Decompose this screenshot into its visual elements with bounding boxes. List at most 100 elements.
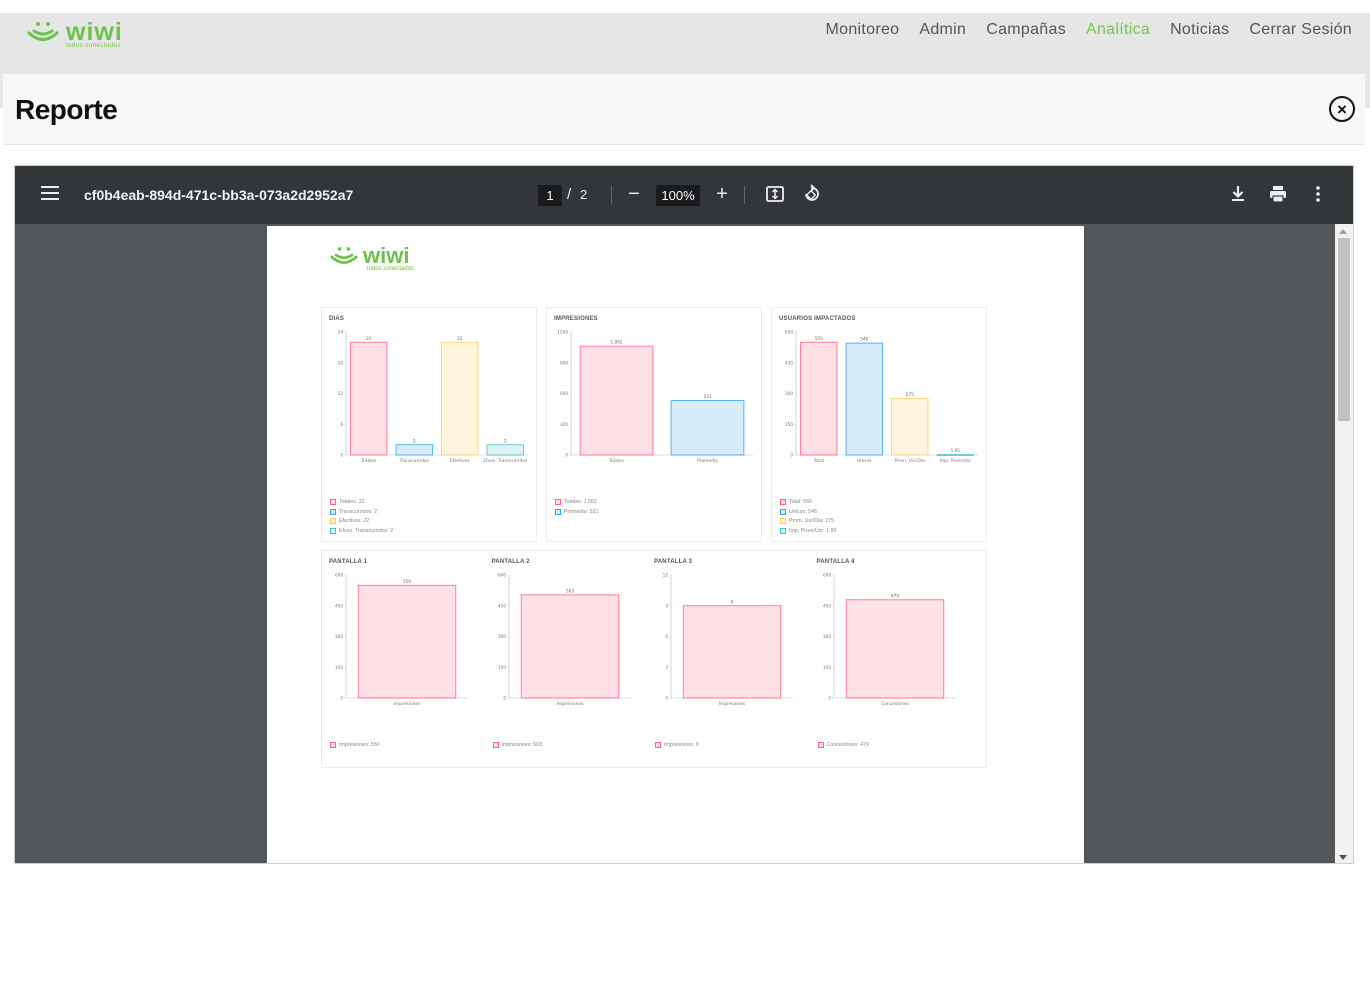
pdf-page: wiwi todos conectados DIAS 0 6 12 18 24 22 Tota… — [267, 226, 1084, 863]
bar-3 — [891, 398, 929, 456]
zoom-out-icon[interactable]: − — [622, 182, 646, 206]
y-tick-label: 150 — [335, 665, 343, 670]
page-number-input[interactable]: 1 — [538, 185, 562, 206]
brand-tagline: todos conectados — [66, 43, 122, 49]
chart-legend: Concesiones: 479 — [817, 740, 869, 750]
y-tick-label: 300 — [785, 391, 793, 396]
legend-item[interactable]: Totales: 22 — [330, 497, 393, 507]
legend-swatch — [555, 498, 561, 505]
legend-swatch — [330, 527, 336, 534]
pdf-filename: cf0b4eab-894d-471c-bb3a-073a2d2952a7 — [84, 187, 354, 203]
y-tick-label: 9 — [665, 603, 668, 608]
scroll-down-arrow[interactable] — [1339, 855, 1347, 860]
legend-label: Impresiones: 503 — [501, 741, 543, 748]
chart-title: PANTALLA 1 — [329, 559, 368, 565]
y-tick-label: 300 — [560, 422, 568, 427]
bar-chart: 0 150 300 450 600 550 Total 546 Unicos 275 Prom. U… — [785, 330, 978, 464]
legend-item[interactable]: Prom. Usr/Dia: 275 — [780, 516, 836, 526]
legend-swatch — [492, 741, 499, 748]
legend-item[interactable]: Totales: 1,062 — [555, 497, 598, 507]
legend-item[interactable]: Efvos. Transcurridos: 2 — [330, 526, 393, 536]
bar-1 — [682, 605, 782, 699]
y-tick-label: 900 — [560, 360, 568, 365]
legend-swatch — [655, 741, 661, 748]
legend-item[interactable]: Transcurridos: 2 — [330, 507, 393, 517]
zoom-input[interactable]: 100% — [656, 185, 700, 206]
bar-chart: 0 6 12 18 24 22 Totales 2 Transcurridos 22 Efectiv… — [338, 330, 528, 464]
nav-link-campanas[interactable]: Campañas — [986, 21, 1066, 39]
bar-chart: 0 150 300 450 600 550 Impresiones — [335, 573, 468, 707]
pantallas-card: PANTALLA 1 0 150 300 450 600 550 Impresiones Imp… — [321, 550, 987, 768]
chart-card-1: DIAS 0 6 12 18 24 22 Totales 2 Transcurridos 22 Efe… — [321, 307, 537, 542]
y-tick-label: 150 — [498, 665, 506, 670]
legend-label: Imp. Prom/Usr: 1.95 — [789, 527, 837, 534]
scrollbar-thumb[interactable] — [1338, 238, 1350, 421]
legend-label: Transcurridos: 2 — [339, 508, 378, 515]
legend-item[interactable]: Impresiones: 550 — [330, 740, 380, 750]
legend-item[interactable]: Total: 550 — [780, 497, 836, 507]
legend-swatch — [780, 498, 786, 505]
more-vert-icon[interactable] — [1306, 182, 1330, 206]
pdf-toolbar: cf0b4eab-894d-471c-bb3a-073a2d2952a7 1 /… — [15, 166, 1353, 224]
legend-item[interactable]: Impresiones: 9 — [655, 740, 699, 750]
nav-link-monitoreo[interactable]: Monitoreo — [826, 21, 900, 39]
legend-label: Promedio: 531 — [564, 508, 599, 515]
y-tick-label: 0 — [565, 453, 568, 458]
y-tick-label: 1200 — [557, 330, 568, 335]
bar-2 — [670, 400, 745, 456]
chart-legend: Impresiones: 550 — [330, 740, 380, 750]
legend-swatch — [330, 498, 336, 505]
legend-swatch — [817, 741, 824, 748]
y-tick-label: 450 — [335, 603, 343, 608]
toolbar-divider — [744, 186, 745, 204]
y-tick-label: 0 — [665, 696, 668, 701]
y-tick-label: 150 — [823, 665, 831, 670]
nav-link-admin[interactable]: Admin — [919, 21, 966, 39]
nav-link-analitica[interactable]: Analítica — [1086, 21, 1150, 39]
nav-link-cerrar-sesion[interactable]: Cerrar Sesión — [1249, 21, 1352, 39]
brand-logo[interactable]: wiwi todos conectados — [26, 19, 123, 49]
x-tick-label: Transcurridos — [399, 458, 430, 464]
scroll-up-arrow[interactable] — [1339, 229, 1347, 234]
legend-label: Concesiones: 479 — [826, 741, 869, 748]
toolbar-divider — [611, 186, 612, 204]
close-icon[interactable]: × — [1329, 96, 1355, 122]
fit-page-icon[interactable] — [763, 182, 787, 206]
y-tick-label: 600 — [823, 573, 831, 578]
y-tick-label: 0 — [828, 696, 831, 701]
legend-label: Impresiones: 9 — [664, 741, 699, 748]
bar-3 — [441, 341, 479, 456]
download-icon[interactable] — [1226, 182, 1250, 206]
page-separator: / — [567, 186, 572, 203]
y-tick-label: 0 — [340, 696, 343, 701]
menu-icon[interactable] — [41, 186, 59, 200]
chart-legend: Impresiones: 503 — [492, 740, 543, 750]
data-label: 546 — [860, 337, 868, 342]
vertical-scrollbar[interactable] — [1335, 224, 1353, 863]
nav-link-noticias[interactable]: Noticias — [1170, 21, 1229, 39]
print-icon[interactable] — [1266, 182, 1290, 206]
data-label: 2 — [504, 438, 507, 443]
bar-chart: 0 150 300 450 600 479 Concesiones — [823, 573, 956, 707]
legend-item[interactable]: Concesiones: 479 — [817, 740, 869, 750]
legend-item[interactable]: Imp. Prom/Usr: 1.95 — [780, 526, 836, 536]
legend-label: Efectivos: 22 — [339, 518, 370, 525]
rotate-icon[interactable] — [799, 182, 823, 206]
zoom-in-icon[interactable]: + — [710, 182, 734, 206]
bar-chart: 0 300 600 900 1200 1,062 Totales 531 Promedio — [557, 330, 753, 464]
data-label: 550 — [815, 336, 823, 341]
bar-1 — [357, 584, 457, 699]
legend-item[interactable]: Impresiones: 503 — [492, 740, 543, 750]
legend-label: Efvos. Transcurridos: 2 — [339, 527, 394, 534]
y-tick-label: 300 — [498, 634, 506, 639]
bar-4 — [486, 444, 524, 456]
legend-item[interactable]: Promedio: 531 — [555, 507, 598, 517]
chart-legend: Impresiones: 9 — [655, 740, 699, 750]
legend-item[interactable]: Efectivos: 22 — [330, 516, 393, 526]
x-tick-label: Totales — [360, 458, 377, 464]
y-tick-label: 3 — [665, 665, 668, 670]
chart-card-3: USUARIOS IMPACTADOS 0 150 300 450 600 550 Total… — [771, 307, 987, 542]
chart-title: USUARIOS IMPACTADOS — [779, 316, 856, 322]
x-tick-label: Total — [813, 458, 824, 464]
legend-item[interactable]: Unicos: 546 — [780, 507, 836, 517]
